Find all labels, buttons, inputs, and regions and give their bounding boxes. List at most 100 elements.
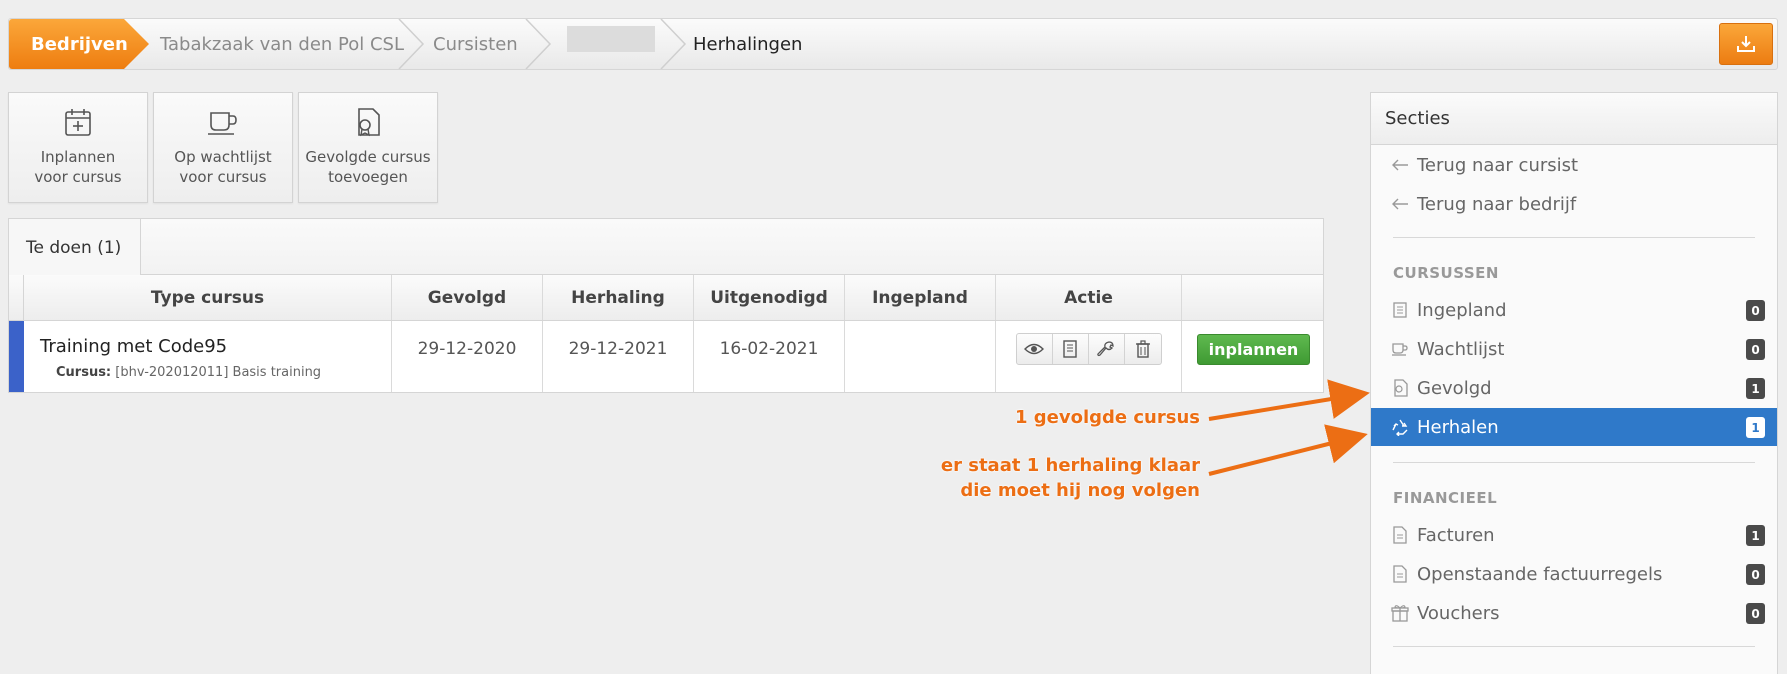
action-label: voor cursus: [34, 168, 122, 186]
certificate-icon: [1394, 379, 1408, 397]
row-marker-header: [9, 275, 24, 321]
sidebar-item-label: Gevolgd: [1417, 377, 1492, 399]
sidebar-item-label: Herhalen: [1417, 416, 1499, 438]
cell-inplannen: inplannen: [1182, 321, 1325, 392]
certificate-icon: [358, 108, 380, 137]
eye-icon: [1024, 343, 1044, 355]
recycle-icon: [1392, 419, 1408, 436]
count-badge: 0: [1746, 339, 1765, 360]
annotation-line: er staat 1 herhaling klaar: [940, 455, 1200, 476]
col-actie: Actie: [996, 275, 1182, 320]
sidebar-section-cursussen: CURSUSSEN: [1393, 264, 1499, 282]
count-badge: 0: [1746, 300, 1765, 321]
gift-icon: [1391, 605, 1409, 622]
sidebar-divider: [1393, 646, 1755, 647]
arrow-left-icon: [1392, 198, 1408, 210]
action-label: Inplannen: [40, 148, 116, 166]
view-button[interactable]: [1017, 334, 1053, 364]
sidebar-item-openstaande-factuurregels[interactable]: Openstaande factuurregels 0: [1371, 555, 1777, 593]
course-title: Training met Code95: [40, 336, 228, 357]
col-type-cursus[interactable]: Type cursus: [24, 275, 392, 320]
waitlist-button[interactable]: Op wachtlijst voor cursus: [153, 92, 293, 203]
sidebar-item-gevolgd[interactable]: Gevolgd 1: [1371, 369, 1777, 407]
cell-type-cursus: Training met Code95 Cursus: [bhv-2020120…: [24, 321, 392, 392]
add-completed-course-button[interactable]: Gevolgde cursus toevoegen: [298, 92, 438, 203]
table-header: Type cursus Gevolgd Herhaling Uitgenodig…: [24, 275, 1323, 321]
col-herhaling[interactable]: Herhaling: [543, 275, 694, 320]
courses-panel: Te doen (1) Type cursus Gevolgd Herhalin…: [8, 218, 1324, 393]
col-ingepland[interactable]: Ingepland: [845, 275, 996, 320]
inplannen-button[interactable]: inplannen: [1196, 334, 1311, 365]
col-uitgenodigd[interactable]: Uitgenodigd: [694, 275, 845, 320]
count-badge: 1: [1746, 525, 1765, 546]
annotation-herhaling: er staat 1 herhaling klaar die moet hij …: [880, 453, 1200, 503]
sidebar-item-label: Openstaande factuurregels: [1417, 563, 1663, 585]
wrench-icon: [1097, 341, 1114, 357]
cell-herhaling: 29-12-2021: [543, 321, 694, 392]
breadcrumb-separator: [525, 19, 552, 69]
notebook-icon: [1063, 340, 1077, 358]
cell-actie: [996, 321, 1182, 392]
cell-gevolgd: 29-12-2020: [392, 321, 543, 392]
sidebar-item-label: Ingepland: [1417, 299, 1507, 321]
action-label: Op wachtlijst: [174, 148, 272, 166]
count-badge: 1: [1746, 417, 1765, 438]
breadcrumb-company[interactable]: Tabakzaak van den Pol CSL: [160, 19, 404, 69]
breadcrumb-current: Herhalingen: [693, 33, 803, 55]
delete-button[interactable]: [1125, 334, 1161, 364]
cell-uitgenodigd: 16-02-2021: [694, 321, 845, 392]
breadcrumb-separator: [660, 19, 687, 69]
breadcrumb-redacted-name[interactable]: [567, 19, 655, 69]
count-badge: 0: [1746, 564, 1765, 585]
action-label: toevoegen: [328, 168, 408, 186]
action-label: voor cursus: [179, 168, 267, 186]
sidebar-item-herhalen[interactable]: Herhalen 1: [1371, 408, 1777, 446]
sidebar-divider: [1393, 237, 1755, 238]
schedule-course-button[interactable]: Inplannen voor cursus: [8, 92, 148, 203]
sidebar-item-label: Facturen: [1417, 524, 1495, 546]
col-gevolgd[interactable]: Gevolgd: [392, 275, 543, 320]
action-label: Gevolgde cursus: [305, 148, 431, 166]
sidebar-item-wachtlijst[interactable]: Wachtlijst 0: [1371, 330, 1777, 368]
calendar-plus-icon: [65, 109, 91, 136]
arrow-to-gevolgd: [1208, 379, 1370, 421]
sections-sidebar: Secties Terug naar cursist Terug naar be…: [1370, 92, 1778, 674]
sidebar-divider: [1393, 462, 1755, 463]
breadcrumb-separator: [398, 19, 425, 69]
row-action-group: [1015, 333, 1162, 365]
sidebar-back-to-company[interactable]: Terug naar bedrijf: [1371, 185, 1777, 223]
breadcrumb-cursisten[interactable]: Cursisten: [433, 19, 518, 69]
sidebar-back-to-student[interactable]: Terug naar cursist: [1371, 146, 1777, 184]
sidebar-item-ingepland[interactable]: Ingepland 0: [1371, 291, 1777, 329]
notebook-button[interactable]: [1053, 334, 1089, 364]
download-button[interactable]: [1719, 23, 1773, 65]
row-status-marker: [9, 321, 24, 392]
tab-te-doen[interactable]: Te doen (1): [9, 219, 141, 276]
sidebar-title: Secties: [1371, 93, 1777, 145]
annotation-gevolgd: 1 gevolgde cursus: [1014, 407, 1200, 428]
download-icon: [1737, 36, 1755, 52]
annotation-line: die moet hij nog volgen: [960, 480, 1200, 501]
sidebar-item-label: Vouchers: [1417, 602, 1500, 624]
sidebar-item-label: Terug naar bedrijf: [1417, 193, 1577, 215]
sidebar-item-label: Wachtlijst: [1417, 338, 1505, 360]
count-badge: 0: [1746, 603, 1765, 624]
sidebar-item-vouchers[interactable]: Vouchers 0: [1371, 594, 1777, 632]
course-sub-value: [bhv-202012011] Basis training: [115, 365, 322, 380]
sidebar-section-financieel: FINANCIEEL: [1393, 489, 1498, 507]
arrow-to-herhalen: [1208, 424, 1368, 476]
course-sub-label: Cursus:: [56, 365, 112, 380]
arrow-left-icon: [1392, 159, 1408, 171]
coffee-cup-icon: [208, 112, 237, 135]
cell-ingepland: [845, 321, 996, 392]
notebook-icon: [1393, 302, 1407, 318]
coffee-cup-icon: [1392, 343, 1408, 356]
sidebar-item-facturen[interactable]: Facturen 1: [1371, 516, 1777, 554]
breadcrumb-bedrijven[interactable]: Bedrijven: [9, 19, 149, 69]
document-icon: [1393, 526, 1407, 544]
table-row: Training met Code95 Cursus: [bhv-2020120…: [24, 321, 1323, 392]
redacted-block: [567, 26, 655, 52]
edit-button[interactable]: [1089, 334, 1125, 364]
sidebar-item-label: Terug naar cursist: [1417, 154, 1579, 176]
breadcrumb: Bedrijven Tabakzaak van den Pol CSL Curs…: [8, 18, 1778, 70]
